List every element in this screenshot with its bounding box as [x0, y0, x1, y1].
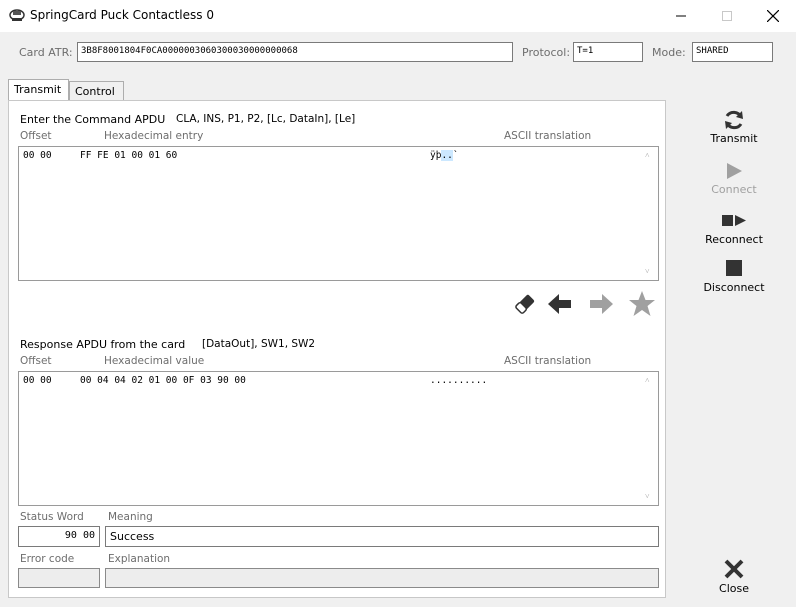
response-col-ascii: ASCII translation: [504, 355, 592, 367]
command-scrollbar[interactable]: ˄ ˅: [642, 148, 657, 279]
connect-button[interactable]: Connect: [689, 159, 779, 196]
stop-icon: [726, 260, 742, 276]
window-title: SpringCard Puck Contactless 0: [30, 8, 214, 22]
disconnect-label: Disconnect: [703, 281, 765, 294]
card-reader-icon: [9, 9, 25, 21]
response-hex-viewer[interactable]: 00 00 00 04 04 02 01 00 0F 03 90 00 ....…: [18, 371, 659, 506]
response-col-offset: Offset: [20, 355, 52, 367]
tab-transmit[interactable]: Transmit: [8, 79, 69, 100]
response-col-hex: Hexadecimal value: [104, 355, 205, 367]
transmit-button[interactable]: Transmit: [689, 108, 779, 145]
eraser-icon[interactable]: [512, 291, 538, 317]
scroll-up-icon[interactable]: ˄: [645, 376, 650, 385]
scroll-up-icon[interactable]: ˄: [645, 151, 650, 160]
close-window-button[interactable]: [750, 0, 796, 32]
command-hex-editor[interactable]: 00 00 FF FE 01 00 01 60 ÿþ..` ˄ ˅: [18, 146, 659, 281]
scroll-down-icon[interactable]: ˅: [645, 492, 650, 501]
arrow-right-icon[interactable]: [588, 292, 614, 316]
command-col-offset: Offset: [20, 130, 52, 142]
transmit-panel: Enter the Command APDU CLA, INS, P1, P2,…: [8, 100, 666, 598]
title-bar: SpringCard Puck Contactless 0: [0, 0, 796, 32]
reconnect-button[interactable]: Reconnect: [689, 209, 779, 246]
close-x-icon: [724, 559, 744, 579]
minimize-icon: [676, 15, 686, 17]
error-code-label: Error code: [20, 553, 75, 565]
stop-play-icon: [722, 215, 746, 226]
reconnect-label: Reconnect: [705, 233, 763, 246]
minimize-button[interactable]: [658, 0, 704, 32]
star-icon[interactable]: [628, 290, 656, 317]
command-ascii: ÿþ..`: [430, 150, 459, 161]
command-col-ascii: ASCII translation: [504, 130, 592, 142]
command-col-hex: Hexadecimal entry: [104, 130, 204, 142]
arrow-left-icon[interactable]: [547, 292, 573, 316]
transmit-label: Transmit: [710, 132, 758, 145]
command-format: CLA, INS, P1, P2, [Lc, DataIn], [Le]: [176, 113, 356, 125]
close-button[interactable]: Close: [689, 558, 779, 595]
response-title: Response APDU from the card: [20, 338, 186, 351]
explanation-label: Explanation: [108, 553, 171, 565]
status-word-field[interactable]: 90 00: [18, 526, 100, 547]
atr-field[interactable]: 3B8F8001804F0CA0000003060300030000000068: [77, 42, 513, 62]
ascii-text-tail: `: [452, 150, 459, 161]
maximize-icon: [722, 11, 732, 21]
refresh-icon: [725, 110, 743, 130]
status-word-label: Status Word: [20, 511, 84, 523]
scroll-down-icon[interactable]: ˅: [645, 267, 650, 276]
response-ascii: ..........: [430, 375, 488, 386]
atr-label: Card ATR:: [19, 46, 73, 59]
ascii-text: ÿþ: [430, 150, 442, 161]
ascii-selection: ..: [441, 150, 453, 161]
close-label: Close: [719, 582, 749, 595]
play-icon: [727, 163, 742, 179]
protocol-label: Protocol:: [522, 46, 571, 59]
command-title: Enter the Command APDU: [20, 113, 166, 126]
response-offset: 00 00: [23, 375, 52, 386]
tab-control[interactable]: Control: [69, 81, 124, 100]
response-hex: 00 04 04 02 01 00 0F 03 90 00: [80, 375, 246, 386]
protocol-field[interactable]: T=1: [573, 42, 643, 62]
disconnect-button[interactable]: Disconnect: [689, 257, 779, 294]
response-scrollbar[interactable]: ˄ ˅: [642, 373, 657, 504]
meaning-label: Meaning: [108, 511, 153, 523]
mode-label: Mode:: [652, 46, 686, 59]
command-hex-input[interactable]: FF FE 01 00 01 60: [80, 150, 177, 161]
connection-header: Card ATR: 3B8F8001804F0CA000000306030003…: [0, 32, 796, 74]
mode-field[interactable]: SHARED: [692, 42, 773, 62]
meaning-field[interactable]: Success: [105, 526, 659, 547]
maximize-button[interactable]: [704, 0, 750, 32]
connect-label: Connect: [711, 183, 757, 196]
close-icon: [767, 10, 779, 22]
response-format: [DataOut], SW1, SW2: [202, 338, 316, 350]
command-offset: 00 00: [23, 150, 52, 161]
explanation-field: [105, 568, 659, 588]
error-code-field: [18, 568, 100, 588]
